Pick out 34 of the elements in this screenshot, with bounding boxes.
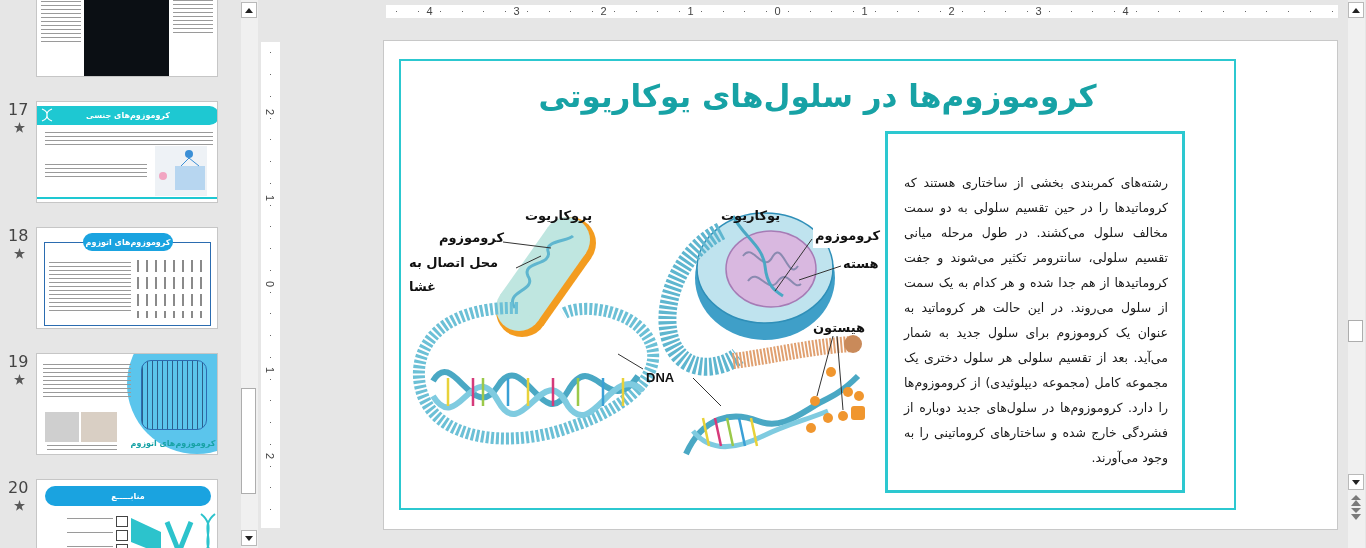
ruler-number: 2 bbox=[599, 5, 608, 18]
slide-title: کروموزوم‌ها در سلول‌های یوکاریوتی bbox=[538, 78, 1097, 114]
ruler-number: 1 bbox=[686, 5, 695, 18]
diagram-label: هیستون bbox=[813, 319, 866, 337]
ruler-number: 1 bbox=[264, 366, 277, 374]
slide-number: 17 bbox=[8, 101, 29, 119]
ruler-number: 3 bbox=[512, 5, 521, 18]
slide-number: 18 bbox=[8, 227, 29, 245]
diagram-label: DNA bbox=[646, 369, 675, 387]
slide-number: 20 bbox=[8, 479, 29, 497]
diagram-label: محل اتصال به غشا bbox=[409, 254, 500, 296]
body-paragraph: رشته‌های کمربندی بخشی از ساختاری هستند که کروماتیدها را در حین تقسیم سلولی به دو سمت مخالف سلول می‌کشند. در طول مرحله میانی تقسیم سلولی، سانترومر تکثیر می‌شوند و جفت کروماتیدها از هم جدا شده و هر کدام به یک سمت از سلول می‌روند. در این حالت هر کروماتید به عنوان یک کروموزوم برای سلول جدید به شمار می‌آید. بعد از تقسیم سلولی هر سلول دختری یک مجموعه کامل (مجموعه دیپلوئیدی) از کروموزوم‌ها را دارد. کروموزوم‌ها در سلول‌های جدید دوباره از فشردگی خارج شده و ساختارهای کروماتینی را به وجود می‌آورند. bbox=[904, 174, 1168, 468]
ruler-number: 2 bbox=[264, 108, 277, 116]
ruler-number: 2 bbox=[264, 452, 277, 460]
ruler-number: 4 bbox=[425, 5, 434, 18]
ruler-number: 2 bbox=[947, 5, 956, 18]
diagram-label: هسته bbox=[843, 255, 879, 273]
slide-thumbnail[interactable]: کروموزوم‌های اتوزوم bbox=[36, 227, 218, 329]
slide-thumbnail[interactable]: کروموزوم‌های اتوزوم bbox=[36, 353, 218, 455]
diagram-label: کروموزوم bbox=[439, 229, 505, 248]
slide-number: 19 bbox=[8, 353, 29, 371]
slide-thumbnail[interactable]: منابـــــع bbox=[36, 479, 218, 548]
thumbnail-title-pill: منابـــــع bbox=[45, 486, 211, 506]
thumbnail-title-pill: کروموزوم‌های اتوزوم bbox=[83, 233, 173, 251]
ruler-number: 0 bbox=[773, 5, 782, 18]
ruler-number: 1 bbox=[264, 194, 277, 202]
slide-thumbnail[interactable]: کروموزوم‌های جنسی bbox=[36, 101, 218, 203]
diagram-label: پروکاریوت bbox=[525, 207, 593, 225]
ruler-number: 0 bbox=[264, 280, 277, 288]
ruler-number: 4 bbox=[1121, 5, 1130, 18]
thumbnail-title-bar: کروموزوم‌های جنسی bbox=[37, 106, 217, 125]
ruler-number: 1 bbox=[860, 5, 869, 18]
diagram-label: یوکاریوت bbox=[721, 207, 781, 225]
ruler-number: 3 bbox=[1034, 5, 1043, 18]
